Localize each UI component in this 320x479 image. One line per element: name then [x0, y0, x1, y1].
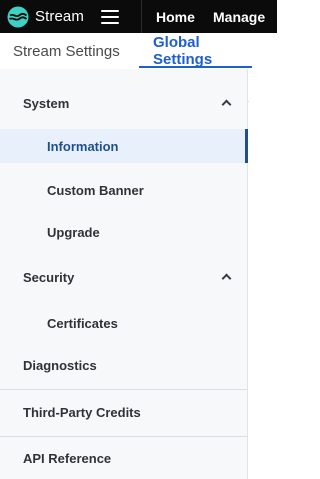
sidebar-item-label: Certificates [47, 315, 118, 331]
sidebar-item-label: Custom Banner [47, 182, 144, 198]
brand[interactable]: Stream [0, 0, 84, 33]
top-navbar: Stream Home Manage [0, 0, 277, 33]
sidebar-item-label: Diagnostics [23, 357, 97, 373]
sidebar-item-certificates[interactable]: Certificates [0, 302, 247, 344]
sidebar-item-third-party-credits[interactable]: Third-Party Credits [0, 390, 247, 435]
app-name: Stream [35, 8, 84, 25]
settings-tabs: Stream Settings Global Settings [0, 33, 277, 102]
main-content [249, 69, 277, 479]
active-tab-indicator [139, 66, 252, 68]
sidebar-item-label: Upgrade [47, 224, 100, 240]
sidebar-item-label: Security [23, 269, 75, 285]
tab-stream-settings[interactable]: Stream Settings [0, 33, 139, 69]
sidebar-item-label: API Reference [23, 450, 112, 466]
stream-logo-icon [7, 6, 29, 27]
chevron-up-icon [221, 273, 232, 284]
sidebar-item-upgrade[interactable]: Upgrade [0, 211, 247, 253]
sidebar-item-label: Third-Party Credits [23, 405, 141, 420]
sidebar-item-label: System [23, 95, 70, 111]
sidebar-item-information[interactable]: Information [0, 129, 248, 163]
sidebar-item-api-reference[interactable]: API Reference [0, 437, 247, 479]
nav-manage-link[interactable]: Manage [213, 9, 265, 25]
hamburger-menu-icon[interactable] [100, 7, 120, 26]
sidebar-item-diagnostics[interactable]: Diagnostics [0, 343, 247, 387]
settings-sidebar: System Information Custom Banner Upgrade… [0, 69, 248, 479]
tab-global-settings[interactable]: Global Settings [139, 33, 252, 69]
chevron-up-icon [221, 99, 232, 110]
topbar-divider [141, 0, 142, 33]
nav-home-link[interactable]: Home [156, 9, 195, 25]
sidebar-item-label: Information [47, 138, 119, 154]
sidebar-group-security[interactable]: Security [0, 255, 247, 299]
sidebar-item-custom-banner[interactable]: Custom Banner [0, 169, 247, 211]
sidebar-group-system[interactable]: System [0, 81, 247, 125]
active-item-indicator [245, 129, 248, 163]
